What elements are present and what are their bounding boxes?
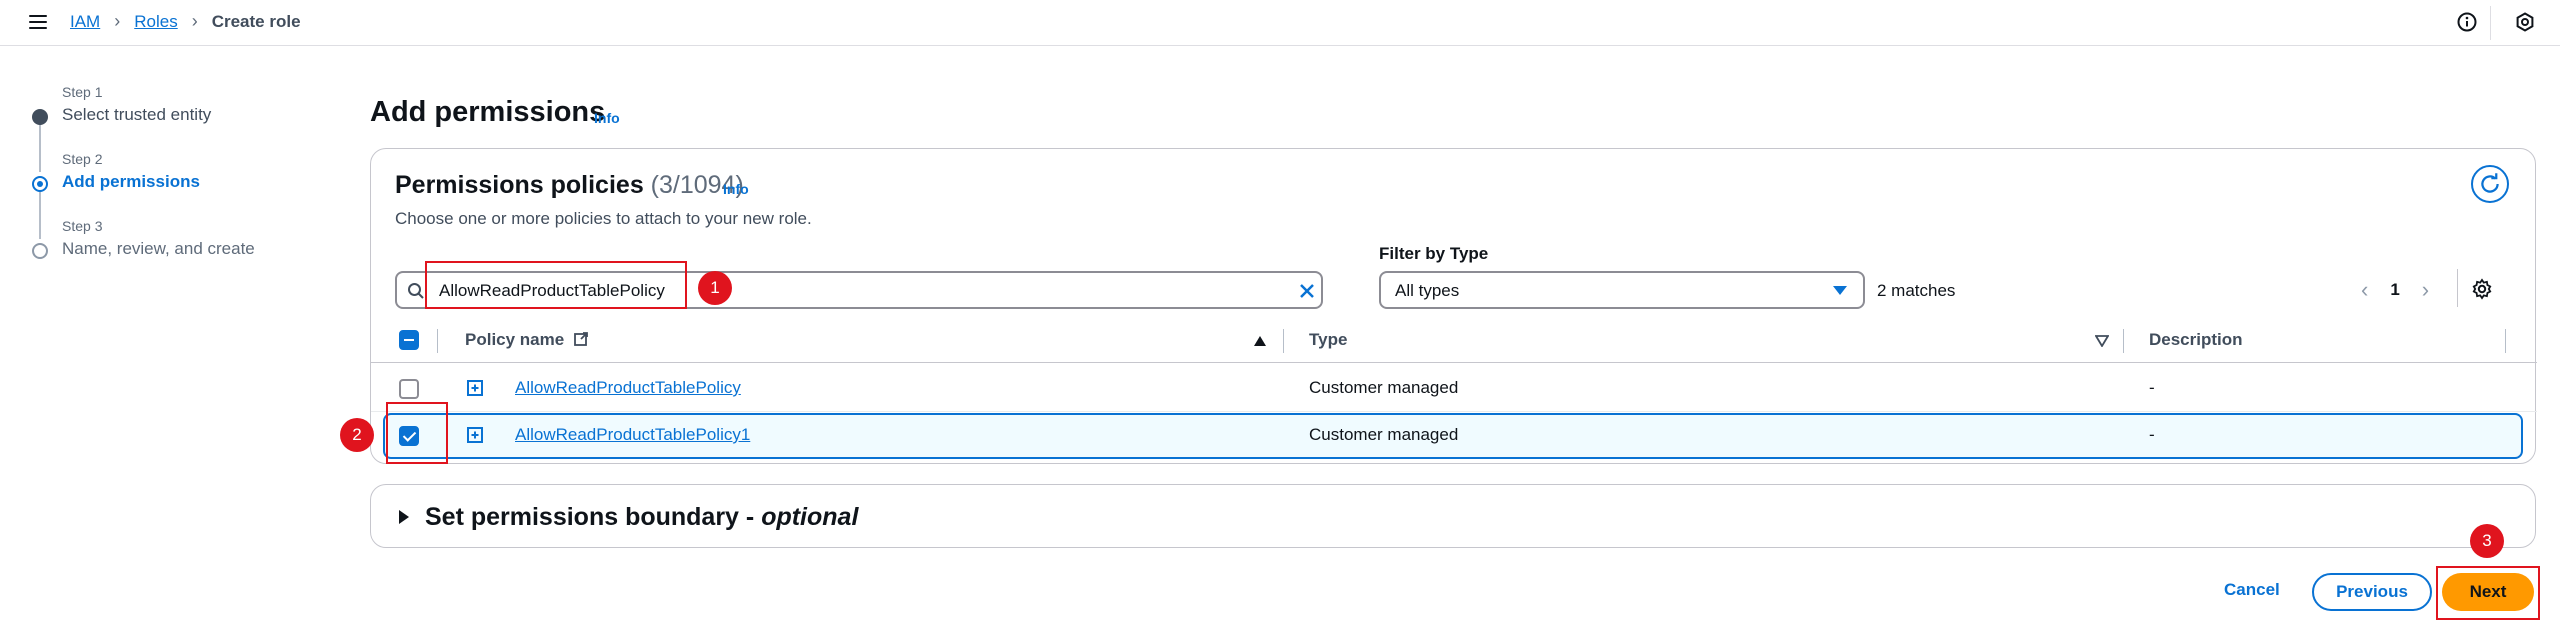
boundary-label: Set permissions boundary - optional xyxy=(425,503,859,531)
annotation-marker: 2 xyxy=(340,418,374,452)
panel-title-text: Permissions policies xyxy=(395,171,644,199)
column-separator xyxy=(2123,329,2124,353)
current-page[interactable]: 1 xyxy=(2390,280,2399,300)
step-2[interactable]: Step 2 Add permissions xyxy=(28,151,328,218)
caret-right-icon xyxy=(399,510,409,524)
policy-name-link[interactable]: AllowReadProductTablePolicy xyxy=(515,378,741,397)
permissions-policies-panel: Permissions policies (3/1094) Info Choos… xyxy=(370,148,2537,464)
step-number: Step 2 xyxy=(62,151,103,167)
breadcrumb-roles-link[interactable]: Roles xyxy=(134,12,177,32)
info-link[interactable]: Info xyxy=(594,110,620,126)
annotation-marker: 1 xyxy=(698,271,732,305)
policy-name-link[interactable]: AllowReadProductTablePolicy1 xyxy=(515,425,750,444)
next-page-icon[interactable]: › xyxy=(2422,277,2429,303)
step-1[interactable]: Step 1 Select trusted entity xyxy=(28,84,328,151)
cancel-button[interactable]: Cancel xyxy=(2224,580,2280,600)
filter-value: All types xyxy=(1395,281,1460,300)
step-pending-indicator xyxy=(32,243,48,259)
pagination: ‹ 1 › xyxy=(2361,277,2429,303)
column-header-policy-name[interactable]: Policy name xyxy=(465,330,589,350)
top-navigation-bar: IAM › Roles › Create role xyxy=(0,0,2560,46)
select-all-checkbox[interactable] xyxy=(399,330,419,350)
chevron-right-icon: › xyxy=(191,11,198,31)
policy-description: - xyxy=(2149,425,2155,444)
column-separator xyxy=(2505,329,2506,353)
annotation-box xyxy=(425,261,687,309)
divider xyxy=(2457,269,2458,307)
step-number: Step 3 xyxy=(62,218,103,234)
breadcrumb: IAM › Roles › Create role xyxy=(70,11,301,32)
annotation-box xyxy=(386,402,448,464)
search-icon xyxy=(408,283,424,299)
divider xyxy=(2490,6,2491,40)
table-settings-icon[interactable] xyxy=(2471,278,2493,300)
policy-type: Customer managed xyxy=(1309,425,1459,444)
step-3: Step 3 Name, review, and create xyxy=(28,218,328,285)
panel-description: Choose one or more policies to attach to… xyxy=(395,209,812,228)
table-row-selected[interactable]: AllowReadProductTablePolicy1 Customer ma… xyxy=(383,413,2523,459)
step-title: Select trusted entity xyxy=(62,105,212,124)
table-row[interactable]: AllowReadProductTablePolicy Customer man… xyxy=(371,366,2537,412)
previous-button[interactable]: Previous xyxy=(2312,573,2432,611)
step-title: Name, review, and create xyxy=(62,239,255,258)
column-separator xyxy=(1283,329,1284,353)
step-title: Add permissions xyxy=(62,172,200,191)
filter-label: Filter by Type xyxy=(1379,244,1489,263)
permissions-boundary-expander[interactable]: Set permissions boundary - optional xyxy=(370,484,2536,548)
page-title: Add permissions xyxy=(370,96,606,128)
info-link[interactable]: Info xyxy=(723,181,749,197)
clear-icon[interactable] xyxy=(1297,281,1317,301)
filter-type-select[interactable]: All types xyxy=(1379,271,1865,309)
annotation-box xyxy=(2436,566,2540,620)
refresh-button[interactable] xyxy=(2471,165,2509,203)
sort-icon[interactable] xyxy=(2095,335,2109,347)
settings-icon[interactable] xyxy=(2514,11,2536,33)
step-done-indicator xyxy=(32,109,48,125)
column-header-type[interactable]: Type xyxy=(1309,330,1347,350)
sort-ascending-icon[interactable] xyxy=(1253,335,1267,347)
step-number: Step 1 xyxy=(62,84,103,100)
breadcrumb-iam-link[interactable]: IAM xyxy=(70,12,100,32)
policy-description: - xyxy=(2149,378,2155,397)
caret-down-icon xyxy=(1833,286,1847,295)
breadcrumb-current: Create role xyxy=(211,11,301,31)
previous-page-icon[interactable]: ‹ xyxy=(2361,277,2368,303)
step-active-indicator xyxy=(32,176,48,192)
external-link-icon xyxy=(574,332,588,346)
menu-icon[interactable] xyxy=(27,11,49,33)
panel-title: Permissions policies (3/1094) xyxy=(395,171,744,200)
chevron-right-icon: › xyxy=(114,11,121,31)
column-header-description[interactable]: Description xyxy=(2149,330,2243,350)
info-icon[interactable] xyxy=(2456,11,2478,33)
annotation-marker: 3 xyxy=(2470,524,2504,558)
policy-icon xyxy=(467,427,483,443)
row-checkbox[interactable] xyxy=(399,379,419,399)
column-header-label: Policy name xyxy=(465,330,565,349)
matches-count: 2 matches xyxy=(1877,281,1956,300)
table-header: Policy name Type Description xyxy=(371,317,2537,363)
column-separator xyxy=(437,329,438,353)
policy-icon xyxy=(467,380,483,396)
wizard-steps: Step 1 Select trusted entity Step 2 Add … xyxy=(28,84,328,285)
policy-type: Customer managed xyxy=(1309,378,1459,397)
